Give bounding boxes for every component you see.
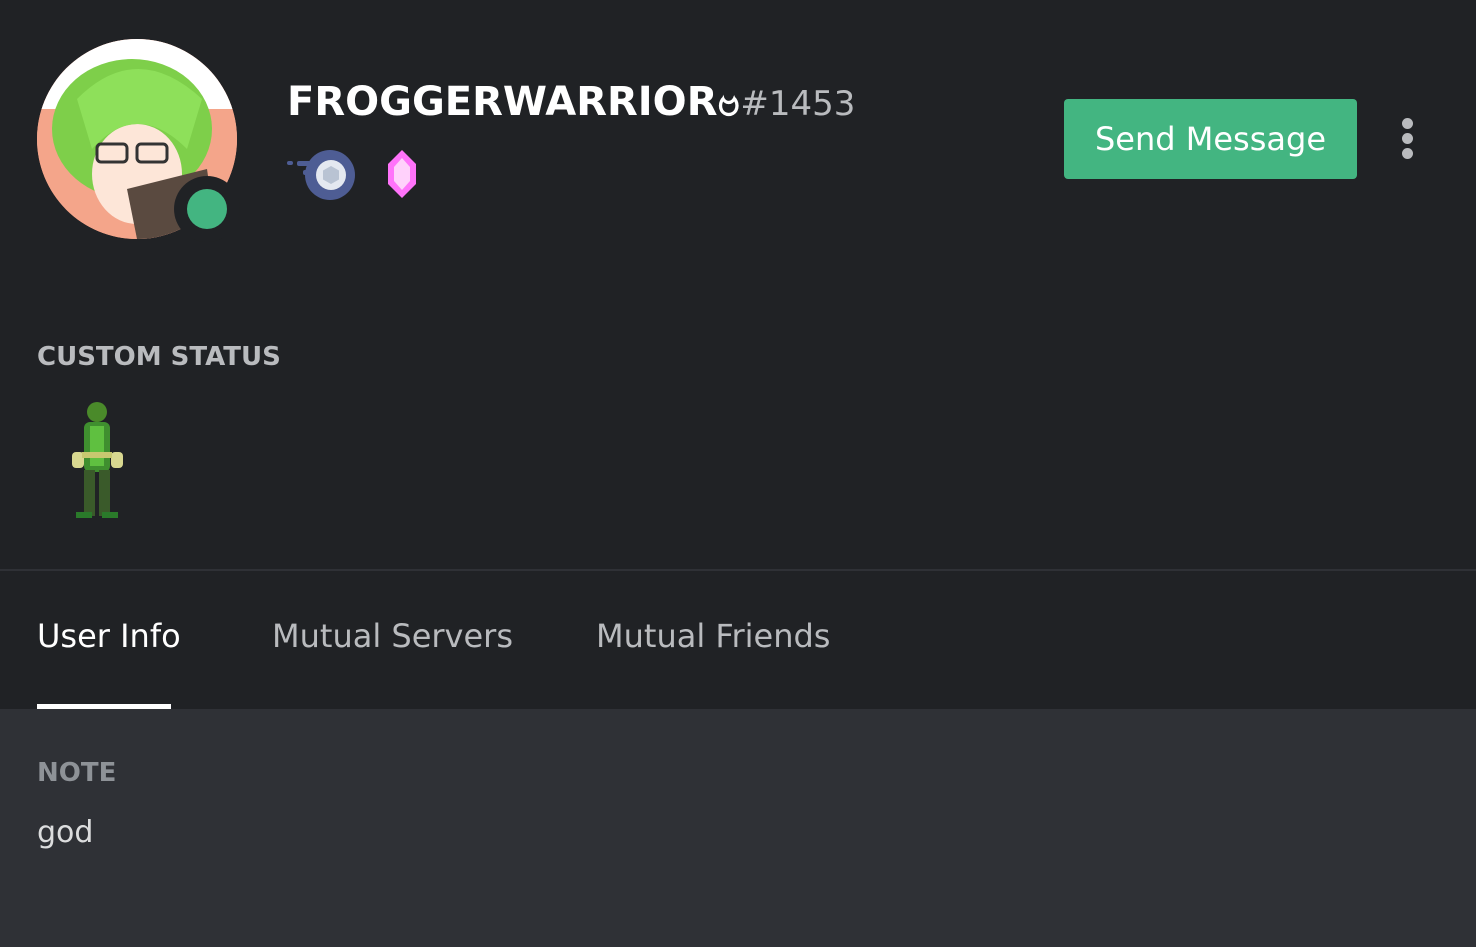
more-options-icon[interactable] (1395, 116, 1419, 162)
username: FROGGERWARRIORဗ#1453 (287, 76, 855, 135)
username-text: FROGGERWARRIORဗ (287, 79, 741, 125)
user-info-panel (0, 709, 1476, 947)
tab-user-info[interactable]: User Info (37, 617, 181, 655)
send-message-button[interactable]: Send Message (1064, 99, 1357, 179)
profile-header: FROGGERWARRIORဗ#1453 Send Message CUSTOM… (0, 0, 1476, 709)
note-label: NOTE (37, 758, 117, 788)
discriminator: #1453 (740, 84, 856, 124)
frog-warrior-emoji-icon (66, 400, 128, 526)
nitro-boost-gem-icon[interactable] (386, 150, 418, 202)
online-status-indicator (187, 189, 227, 229)
custom-status-label: CUSTOM STATUS (37, 342, 281, 372)
divider (0, 569, 1476, 571)
hypesquad-balance-icon[interactable] (287, 148, 359, 204)
tab-mutual-servers[interactable]: Mutual Servers (272, 617, 513, 655)
note-input[interactable]: god (37, 815, 93, 850)
tab-mutual-friends[interactable]: Mutual Friends (596, 617, 830, 655)
